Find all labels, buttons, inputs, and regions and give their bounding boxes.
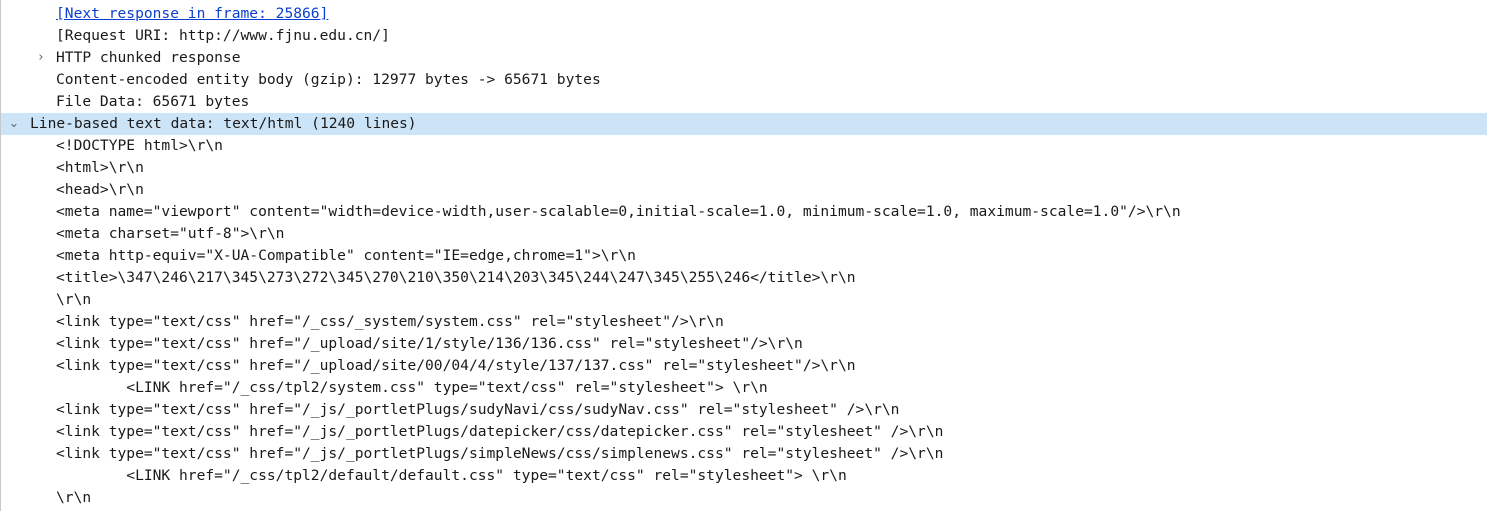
text-line-content: <link type="text/css" href="/_js/_portle… xyxy=(56,423,944,440)
text-line[interactable]: <title>\347\246\217\345\273\272\345\270\… xyxy=(1,267,1487,289)
text-line[interactable]: <link type="text/css" href="/_js/_portle… xyxy=(1,421,1487,443)
file-data-label: File Data: 65671 bytes xyxy=(56,93,250,110)
text-line[interactable]: <link type="text/css" href="/_css/_syste… xyxy=(1,311,1487,333)
tree-item-content-encoded[interactable]: Content-encoded entity body (gzip): 1297… xyxy=(1,69,1487,91)
chevron-right-icon[interactable]: › xyxy=(34,47,48,69)
text-line[interactable]: <link type="text/css" href="/_js/_portle… xyxy=(1,443,1487,465)
text-line[interactable]: <meta http-equiv="X-UA-Compatible" conte… xyxy=(1,245,1487,267)
text-line[interactable]: <!DOCTYPE html>\r\n xyxy=(1,135,1487,157)
text-line-content: <html>\r\n xyxy=(56,159,144,176)
text-line-content: <!DOCTYPE html>\r\n xyxy=(56,137,223,154)
text-line-content: <meta name="viewport" content="width=dev… xyxy=(56,203,1181,220)
text-line-content: <link type="text/css" href="/_upload/sit… xyxy=(56,357,856,374)
text-line-content: <link type="text/css" href="/_css/_syste… xyxy=(56,313,724,330)
tree-item-file-data[interactable]: File Data: 65671 bytes xyxy=(1,91,1487,113)
text-line-content: <link type="text/css" href="/_js/_portle… xyxy=(56,445,944,462)
text-line[interactable]: <link type="text/css" href="/_upload/sit… xyxy=(1,355,1487,377)
tree-item-line-based-selected[interactable]: ⌄ Line-based text data: text/html (1240 … xyxy=(1,113,1487,135)
line-based-label: Line-based text data: text/html (1240 li… xyxy=(30,115,417,132)
tree-item-chunked[interactable]: › HTTP chunked response xyxy=(1,47,1487,69)
text-line-content: <meta http-equiv="X-UA-Compatible" conte… xyxy=(56,247,636,264)
chunked-label: HTTP chunked response xyxy=(56,49,241,66)
text-line-content: <LINK href="/_css/tpl2/default/default.c… xyxy=(56,467,847,484)
tree-item-request-uri[interactable]: [Request URI: http://www.fjnu.edu.cn/] xyxy=(1,25,1487,47)
text-line[interactable]: <head>\r\n xyxy=(1,179,1487,201)
content-encoded-label: Content-encoded entity body (gzip): 1297… xyxy=(56,71,601,88)
tree-item-next-response[interactable]: [Next response in frame: 25866] xyxy=(1,3,1487,25)
text-line[interactable]: <LINK href="/_css/tpl2/system.css" type=… xyxy=(1,377,1487,399)
text-line-content: <LINK href="/_css/tpl2/system.css" type=… xyxy=(56,379,768,396)
text-line[interactable]: <meta charset="utf-8">\r\n xyxy=(1,223,1487,245)
text-line[interactable]: <html>\r\n xyxy=(1,157,1487,179)
text-line-content: \r\n xyxy=(56,489,92,506)
text-line[interactable]: <meta name="viewport" content="width=dev… xyxy=(1,201,1487,223)
chevron-down-icon[interactable]: ⌄ xyxy=(7,113,21,135)
text-line-content: <meta charset="utf-8">\r\n xyxy=(56,225,285,242)
text-line[interactable]: <link type="text/css" href="/_upload/sit… xyxy=(1,333,1487,355)
text-line-content: <head>\r\n xyxy=(56,181,144,198)
text-line[interactable]: <link type="text/css" href="/_js/_portle… xyxy=(1,399,1487,421)
text-line-content: <title>\347\246\217\345\273\272\345\270\… xyxy=(56,269,856,286)
request-uri-label: [Request URI: http://www.fjnu.edu.cn/] xyxy=(56,27,390,44)
text-line[interactable]: <LINK href="/_css/tpl2/default/default.c… xyxy=(1,465,1487,487)
text-line-content: <link type="text/css" href="/_js/_portle… xyxy=(56,401,900,418)
text-line-content: <link type="text/css" href="/_upload/sit… xyxy=(56,335,803,352)
packet-details-pane[interactable]: [Next response in frame: 25866] [Request… xyxy=(0,0,1487,511)
text-line[interactable]: \r\n xyxy=(1,487,1487,509)
text-line[interactable]: \r\n xyxy=(1,289,1487,311)
text-line-content: \r\n xyxy=(56,291,92,308)
next-response-link[interactable]: [Next response in frame: 25866] xyxy=(56,3,328,25)
